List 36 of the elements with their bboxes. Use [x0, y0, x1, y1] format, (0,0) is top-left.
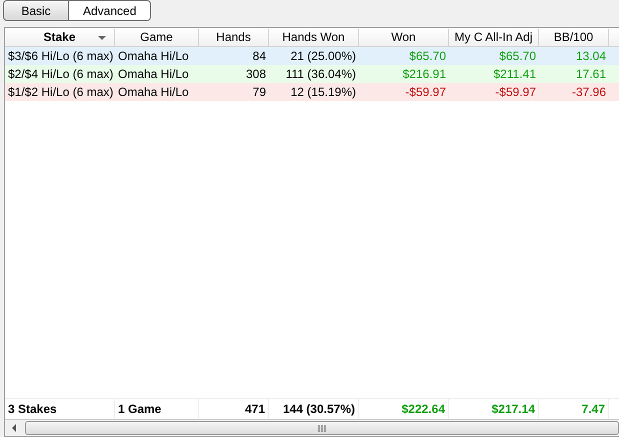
column-header[interactable]: My C All-In Adj	[454, 30, 533, 44]
table-row[interactable]: $3/$6 Hi/Lo (6 max) Omaha Hi/Lo 84 21 (25.00%) $65.70 $65.70 13.04	[5, 47, 619, 65]
table-cell-text: 308	[244, 67, 267, 81]
view-tab[interactable]: Advanced	[68, 0, 152, 21]
table-cell-text: $216.91	[402, 67, 447, 81]
column-header[interactable]: Hands Won	[282, 30, 345, 44]
grip-icon	[318, 424, 326, 432]
table-cell-text: 111 (36.04%)	[284, 67, 357, 81]
table-cell-text: 21 (25.00%)	[290, 49, 357, 63]
table-cell-text: $65.70	[498, 49, 537, 63]
table-cell-text: 79	[252, 85, 267, 99]
table-cell-text: Omaha Hi/Lo	[117, 67, 190, 81]
table-cell-text: Omaha Hi/Lo	[117, 49, 190, 63]
table-cell-text: 12 (15.19%)	[290, 85, 357, 99]
table-cell-text: $2/$4 Hi/Lo (6 max)	[7, 67, 114, 81]
column-header[interactable]: BB/100	[554, 30, 594, 44]
table-cell-text: -$59.97	[404, 85, 447, 99]
table-cell-text: -$59.97	[494, 85, 537, 99]
view-tab[interactable]: Basic	[3, 0, 69, 21]
table-cell-text: $3/$6 Hi/Lo (6 max)	[7, 49, 114, 63]
column-header[interactable]: Game	[140, 30, 173, 44]
column-header[interactable]: Hands	[216, 30, 251, 44]
table-cell-text: $65.70	[408, 49, 447, 63]
scrollbar-thumb[interactable]	[25, 421, 619, 435]
table-cell-text: 13.04	[574, 49, 607, 63]
column-header[interactable]: Won	[391, 30, 416, 44]
table-cell-text: $1/$2 Hi/Lo (6 max)	[7, 85, 114, 99]
table-cell-text: 84	[252, 49, 267, 63]
table-row[interactable]: $1/$2 Hi/Lo (6 max) Omaha Hi/Lo 79 12 (15.19%) -$59.97 -$59.97 -37.96	[5, 83, 619, 101]
table-cell-text: 17.61	[574, 67, 607, 81]
table-cell-text: Omaha Hi/Lo	[117, 85, 190, 99]
column-header[interactable]: Stake	[43, 30, 76, 44]
table-cell-text: $211.41	[492, 67, 537, 81]
table-row[interactable]: $2/$4 Hi/Lo (6 max) Omaha Hi/Lo 308 111 (36.04%) $216.91 $211.41 17.61	[5, 65, 619, 83]
table-cell-text: -37.96	[570, 85, 607, 99]
scroll-left-icon[interactable]	[11, 424, 17, 432]
